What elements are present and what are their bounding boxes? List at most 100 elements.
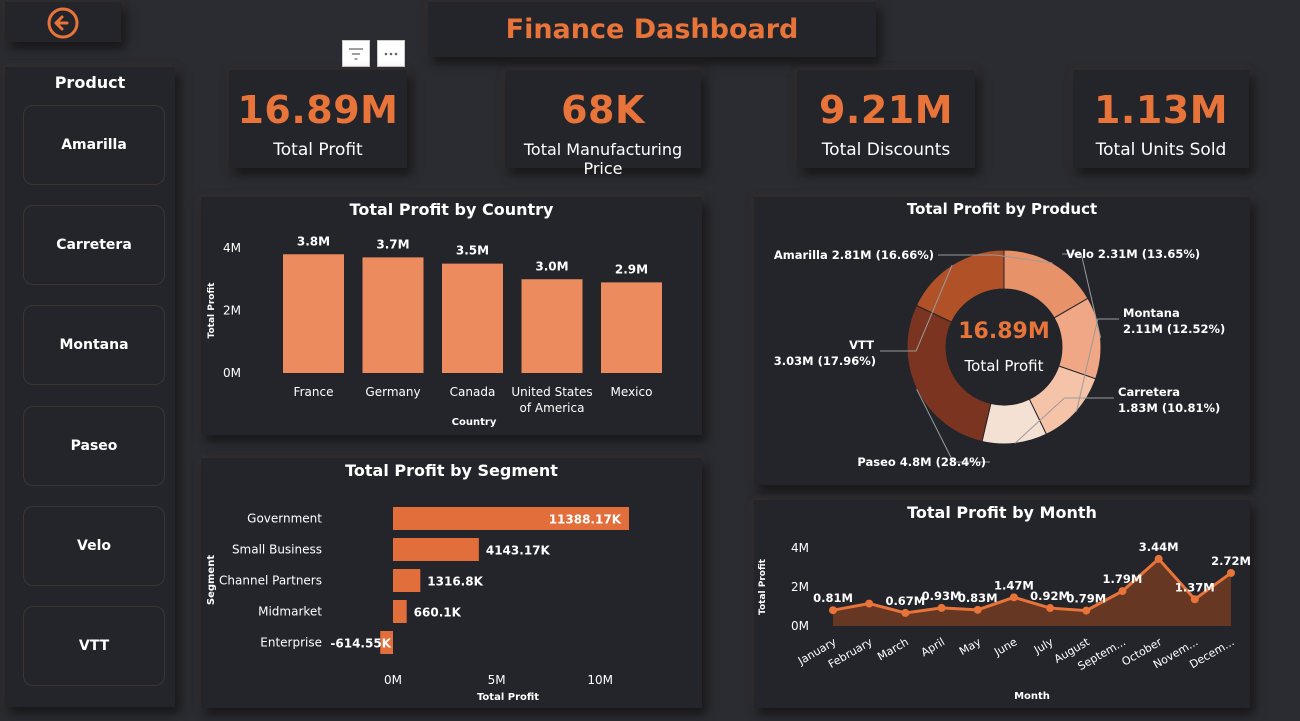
- y-tick-label: Small Business: [232, 543, 322, 557]
- y-tick-label: Channel Partners: [219, 574, 322, 588]
- bar: [393, 538, 479, 561]
- kpi-total-profit: 16.89M Total Profit: [229, 70, 407, 168]
- slicer-item-label: VTT: [78, 638, 110, 654]
- page-title-card: Finance Dashboard: [428, 2, 876, 57]
- slicer-item-label: Amarilla: [61, 137, 127, 153]
- y-axis-title: Total Profit: [207, 282, 217, 339]
- bar: [393, 600, 407, 623]
- data-label: 1.37M: [1175, 580, 1215, 594]
- filter-icon[interactable]: [342, 40, 370, 67]
- x-tick-label: 0M: [384, 673, 402, 687]
- data-label: VTT: [849, 338, 874, 352]
- data-label: 11388.17K: [549, 513, 622, 527]
- data-point: [1082, 606, 1091, 615]
- x-tick-label: Germany: [365, 385, 420, 399]
- data-point: [1118, 587, 1127, 596]
- donut-center-value: 16.89M: [958, 319, 1050, 344]
- chart-profit-by-month[interactable]: Total Profit by Month 0M 2M 4M Total Profit…: [754, 500, 1250, 708]
- y-axis-title: Segment: [206, 555, 217, 605]
- chart-profit-by-segment[interactable]: Total Profit by Segment Government 11388.…: [201, 458, 702, 708]
- chart-profit-by-product[interactable]: Total Profit by Product Amarilla 2.81M (…: [754, 197, 1250, 485]
- slicer-title: Product: [54, 73, 126, 92]
- y-axis-title: Total Profit: [758, 558, 768, 615]
- back-button-card: [5, 2, 121, 42]
- kpi-total-units-sold: 1.13M Total Units Sold: [1073, 70, 1249, 168]
- data-label: 4143.17K: [486, 544, 551, 558]
- slicer-item-paseo[interactable]: Paseo: [23, 406, 165, 486]
- product-slicer: Product Amarilla Carretera Montana Paseo…: [5, 67, 175, 707]
- slicer-item-vtt[interactable]: VTT: [23, 606, 165, 686]
- data-point: [901, 608, 910, 617]
- data-label: 2.9M: [615, 262, 648, 276]
- data-label: 3.8M: [297, 234, 330, 248]
- kpi-value: 16.89M: [237, 88, 399, 132]
- bar: [601, 282, 662, 373]
- x-tick-label: May: [957, 635, 984, 658]
- arrow-left-circle-icon[interactable]: [47, 7, 79, 39]
- data-label: Velo 2.31M (13.65%): [1066, 247, 1200, 261]
- data-point: [1190, 595, 1199, 604]
- slicer-item-montana[interactable]: Montana: [23, 305, 165, 385]
- x-tick-label: 5M: [488, 673, 506, 687]
- data-label: Amarilla 2.81M (16.66%): [774, 248, 934, 262]
- x-axis-title: Month: [1014, 691, 1050, 702]
- bar: [393, 569, 421, 592]
- data-label: 0.83M: [958, 591, 998, 605]
- segment-bar-chart: Government 11388.17K Small Business 4143.17…: [206, 507, 629, 703]
- data-label: 1.79M: [1103, 572, 1143, 586]
- data-point: [1154, 554, 1163, 563]
- x-tick-label: France: [294, 385, 334, 399]
- bar: [521, 279, 583, 373]
- y-tick-label: Midmarket: [258, 605, 322, 619]
- kpi-total-discounts: 9.21M Total Discounts: [797, 70, 975, 168]
- slicer-item-amarilla[interactable]: Amarilla: [23, 105, 165, 185]
- data-label: 660.1K: [414, 606, 462, 620]
- data-label: Montana: [1123, 306, 1180, 320]
- x-tick-label: Mexico: [611, 385, 653, 399]
- bar: [283, 254, 344, 373]
- y-tick-label: Government: [247, 512, 322, 526]
- kpi-value: 68K: [561, 88, 645, 132]
- x-tick-label: United States: [511, 385, 592, 399]
- data-label: 3.0M: [535, 259, 568, 273]
- x-tick-label: June: [991, 635, 1019, 659]
- bar: [362, 257, 424, 373]
- data-label: 3.5M: [456, 244, 489, 258]
- y-tick-label: 4M: [791, 541, 809, 555]
- data-label: 0.81M: [813, 591, 853, 605]
- slicer-item-label: Montana: [59, 337, 129, 353]
- data-point: [1009, 593, 1018, 602]
- data-label: 0.79M: [1066, 592, 1106, 606]
- data-label: 2.11M (12.52%): [1123, 322, 1225, 336]
- kpi-label: Total Units Sold: [1095, 140, 1227, 160]
- y-tick-label: 2M: [791, 580, 809, 594]
- slicer-item-label: Paseo: [70, 438, 118, 454]
- bar: [442, 263, 503, 373]
- y-tick-label: Enterprise: [260, 636, 322, 650]
- data-point: [829, 606, 837, 615]
- data-label: 2.72M: [1211, 554, 1250, 568]
- x-axis-title: Total Profit: [477, 692, 539, 703]
- slicer-item-carretera[interactable]: Carretera: [23, 205, 165, 285]
- data-label: 3.7M: [376, 237, 409, 251]
- data-label: 1316.8K: [427, 575, 483, 589]
- data-label: 0.93M: [922, 589, 962, 603]
- kpi-value: 9.21M: [818, 88, 954, 132]
- data-point: [1227, 568, 1235, 577]
- data-label: Carretera: [1118, 385, 1180, 399]
- y-tick-label: 0M: [223, 366, 241, 380]
- data-label: -614.55K: [330, 637, 391, 651]
- data-label: 0.67M: [885, 594, 925, 608]
- data-label: 3.03M (17.96%): [774, 354, 876, 368]
- data-point: [865, 599, 874, 608]
- more-options-icon[interactable]: [377, 40, 405, 67]
- slicer-item-velo[interactable]: Velo: [23, 506, 165, 586]
- x-tick-label: of America: [520, 401, 585, 415]
- x-tick-label: March: [875, 635, 911, 663]
- x-tick-label: 10M: [587, 673, 613, 687]
- chart-profit-by-country[interactable]: Total Profit by Country 0M 2M 4M Total Prof…: [201, 197, 702, 435]
- data-point: [1046, 604, 1055, 613]
- x-axis-title: Country: [452, 417, 497, 428]
- slicer-item-label: Velo: [77, 538, 111, 554]
- data-label: Paseo 4.8M (28.4%): [857, 455, 986, 469]
